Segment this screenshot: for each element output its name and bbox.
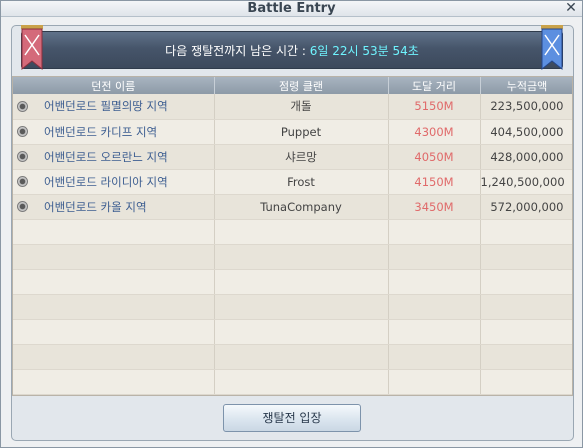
header-distance: 도달 거리 [388, 77, 481, 94]
dungeon-name-cell[interactable]: 어밴던로드 카올 지역 [13, 194, 215, 220]
countdown-time: 6일 22시 53분 54초 [309, 44, 419, 58]
distance-cell: 4300M [388, 119, 481, 145]
battle-entry-window: Battle Entry ✕ 다음 쟁탈전까지 남은 시간 : 6일 22시 5… [0, 0, 583, 448]
distance-cell: 5150M [388, 94, 481, 120]
countdown-text: 다음 쟁탈전까지 남은 시간 : 6일 22시 53분 54초 [22, 42, 562, 59]
radio-button-icon[interactable] [17, 176, 28, 187]
clan-cell: Frost [214, 169, 389, 195]
radio-button-icon[interactable] [17, 100, 28, 112]
dungeon-table: 던전 이름 점령 클랜 도달 거리 누적금액 어밴던로드 필멸의땅 지역 개돌 51… [12, 76, 573, 396]
blue-banner-flag-icon [541, 25, 563, 71]
table-header-row: 던전 이름 점령 클랜 도달 거리 누적금액 [13, 77, 572, 94]
distance-cell: 3450M [388, 194, 481, 220]
dungeon-name: 어밴던로드 카올 지역 [44, 199, 147, 214]
amount-cell: 572,000,000 [480, 194, 572, 220]
dungeon-name-cell[interactable]: 어밴던로드 오르란느 지역 [13, 144, 215, 170]
header-amount: 누적금액 [480, 77, 572, 94]
empty-table-row [13, 244, 572, 270]
dungeon-name-cell[interactable]: 어밴던로드 라이디아 지역 [13, 169, 215, 195]
table-row[interactable]: 어밴던로드 카올 지역 TunaCompany 3450M 572,000,000 [13, 194, 572, 220]
distance-cell: 4050M [388, 144, 481, 170]
clan-cell: TunaCompany [214, 194, 389, 220]
red-banner-flag-icon [21, 25, 43, 71]
empty-table-row [13, 269, 572, 295]
table-row[interactable]: 어밴던로드 필멸의땅 지역 개돌 5150M 223,500,000 [13, 94, 572, 120]
countdown-label: 다음 쟁탈전까지 남은 시간 : [165, 44, 306, 58]
countdown-banner: 다음 쟁탈전까지 남은 시간 : 6일 22시 53분 54초 [21, 31, 563, 69]
title-bar[interactable]: Battle Entry ✕ [1, 1, 582, 17]
dungeon-name-cell[interactable]: 어밴던로드 필멸의땅 지역 [13, 94, 215, 120]
amount-cell: 223,500,000 [480, 94, 572, 120]
close-icon[interactable]: ✕ [564, 1, 578, 15]
empty-table-row [13, 369, 572, 395]
empty-table-row [13, 319, 572, 345]
window-title: Battle Entry [247, 1, 336, 16]
header-dungeon-name: 던전 이름 [13, 77, 215, 94]
table-row[interactable]: 어밴던로드 카디프 지역 Puppet 4300M 404,500,000 [13, 119, 572, 145]
clan-cell: 샤르망 [214, 144, 389, 170]
amount-cell: 428,000,000 [480, 144, 572, 170]
clan-cell: Puppet [214, 119, 389, 145]
header-clan: 점령 클랜 [214, 77, 389, 94]
dungeon-name: 어밴던로드 라이디아 지역 [44, 174, 168, 189]
radio-button-icon[interactable] [17, 201, 28, 212]
enter-battle-button[interactable]: 쟁탈전 입장 [223, 404, 361, 432]
table-row[interactable]: 어밴던로드 오르란느 지역 샤르망 4050M 428,000,000 [13, 144, 572, 170]
empty-table-row [13, 294, 572, 320]
dungeon-name: 어밴던로드 필멸의땅 지역 [44, 99, 168, 114]
amount-cell: 1,240,500,000 [480, 169, 572, 195]
empty-table-row [13, 219, 572, 245]
dungeon-name-cell[interactable]: 어밴던로드 카디프 지역 [13, 119, 215, 145]
amount-cell: 404,500,000 [480, 119, 572, 145]
table-row[interactable]: 어밴던로드 라이디아 지역 Frost 4150M 1,240,500,000 [13, 169, 572, 195]
clan-cell: 개돌 [214, 94, 389, 120]
dungeon-name: 어밴던로드 오르란느 지역 [44, 149, 168, 164]
distance-cell: 4150M [388, 169, 481, 195]
radio-button-icon[interactable] [17, 126, 28, 137]
radio-button-icon[interactable] [17, 151, 28, 162]
dungeon-name: 어밴던로드 카디프 지역 [44, 124, 158, 139]
empty-table-row [13, 344, 572, 370]
